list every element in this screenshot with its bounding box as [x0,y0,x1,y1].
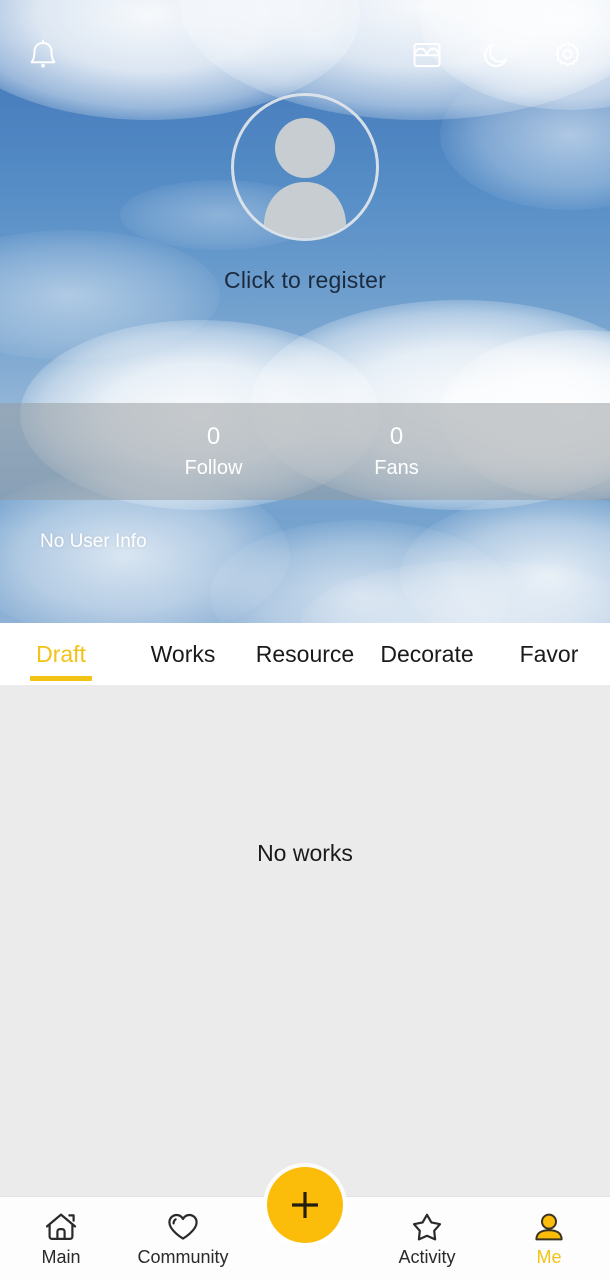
register-link[interactable]: Click to register [224,267,386,294]
stat-follow[interactable]: 0 Follow [122,423,305,480]
tab-favor[interactable]: Favor [488,623,610,685]
nav-item-community[interactable]: Community [122,1197,244,1280]
bottom-navigation: Main Community Activity Me [0,1166,610,1280]
shop-icon[interactable] [404,32,450,78]
content-tabs: Draft Works Resource Decorate Favor [0,623,610,685]
nav-item-main[interactable]: Main [0,1197,122,1280]
tab-decorate[interactable]: Decorate [366,623,488,685]
stats-bar: 0 Follow 0 Fans [0,403,610,500]
nav-item-create [244,1166,366,1280]
tab-draft[interactable]: Draft [0,623,122,685]
nav-item-me[interactable]: Me [488,1197,610,1280]
plus-icon [292,1191,318,1218]
moon-icon[interactable] [474,32,520,78]
nav-label-me: Me [536,1247,562,1267]
tab-resource[interactable]: Resource [244,623,366,685]
top-bar [0,0,610,110]
empty-state-message: No works [257,840,353,866]
default-avatar-icon [264,118,346,238]
person-icon [532,1211,566,1243]
heart-icon [166,1211,200,1243]
top-bar-actions [404,32,590,78]
follow-count: 0 [206,423,221,451]
avatar[interactable] [231,93,379,241]
home-icon [44,1211,78,1243]
nav-item-activity[interactable]: Activity [366,1197,488,1280]
nav-label-community: Community [137,1247,229,1267]
star-icon [410,1211,444,1243]
profile-screen: Click to register 0 Follow 0 Fans No Use… [0,0,610,1280]
follow-label: Follow [184,456,243,479]
stat-fans[interactable]: 0 Fans [305,423,488,480]
nav-label-main: Main [41,1247,81,1267]
gear-icon[interactable] [544,32,590,78]
bell-icon[interactable] [20,32,66,78]
tab-works[interactable]: Works [122,623,244,685]
user-info-text: No User Info [40,531,147,552]
profile-header: Click to register [0,93,610,294]
nav-label-activity: Activity [398,1247,456,1267]
tab-content-area: No works [0,685,610,1196]
create-fab-button[interactable] [267,1166,343,1243]
fans-count: 0 [389,423,404,451]
fans-label: Fans [374,456,419,479]
